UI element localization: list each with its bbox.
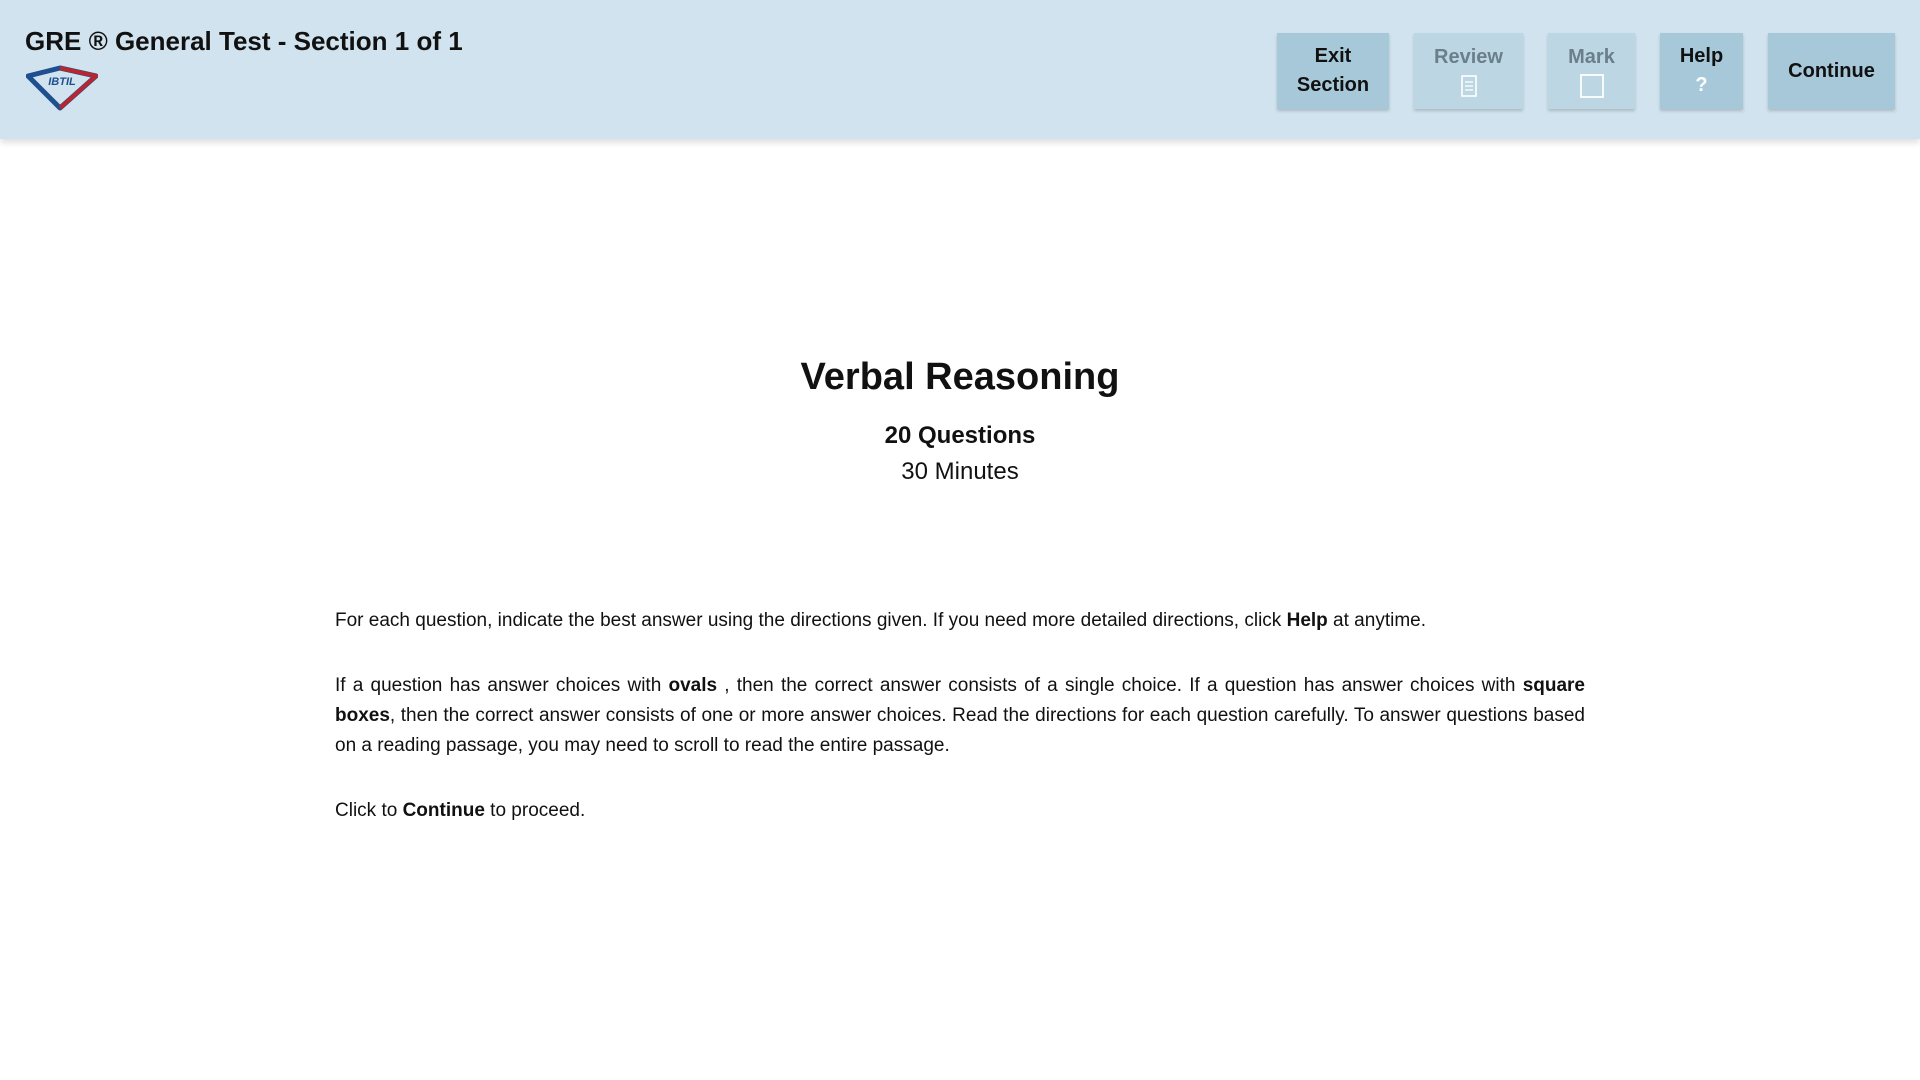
top-toolbar: GRE ® General Test - Section 1 of 1 IBTI… [0,0,1920,139]
directions-paragraph-2: If a question has answer choices with ov… [335,675,1585,756]
continue-label: Continue [1788,59,1875,82]
exit-section-button[interactable]: Exit Section [1277,33,1389,109]
continue-keyword: Continue [402,800,485,821]
time-limit: 30 Minutes [901,458,1019,485]
checkbox-icon [1579,72,1605,100]
mark-button[interactable]: Mark [1548,33,1635,109]
ibtil-logo: IBTIL [26,65,98,111]
question-count: 20 Questions [884,422,1036,449]
test-title: GRE ® General Test - Section 1 of 1 [25,26,463,56]
continue-button[interactable]: Continue [1768,33,1895,109]
document-icon [1460,72,1478,100]
exit-label-line1: Exit [1314,45,1352,67]
help-label: Help [1679,45,1724,67]
review-button[interactable]: Review [1414,33,1523,109]
logo-text: IBTIL [48,76,76,88]
review-label: Review [1434,45,1503,68]
mark-label: Mark [1568,45,1615,68]
directions-paragraph-1: For each question, indicate the best ans… [335,610,1426,631]
directions-text: For each question, indicate the best ans… [335,606,1585,861]
ovals-keyword: ovals [668,675,718,696]
directions-paragraph-3: Click to Continue to proceed. [335,800,586,821]
help-button[interactable]: Help ? [1660,33,1743,109]
section-title: Verbal Reasoning [800,356,1120,398]
help-keyword: Help [1286,610,1328,631]
help-question-icon: ? [1695,74,1708,96]
exit-label-line2: Section [1296,74,1370,96]
